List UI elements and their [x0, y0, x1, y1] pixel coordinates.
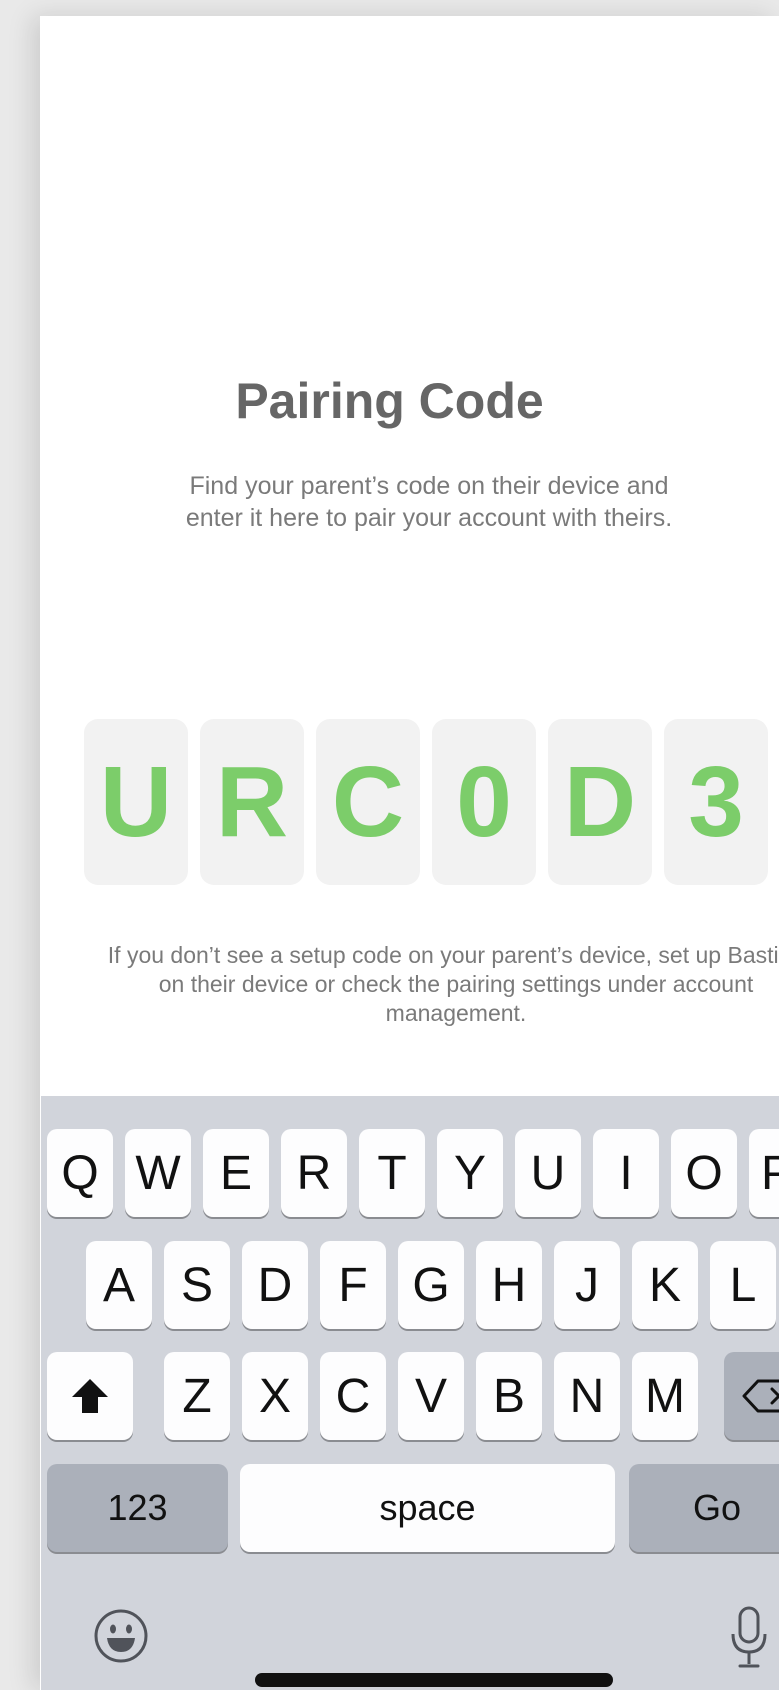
code-digit: U — [99, 745, 173, 858]
key-s[interactable]: S — [164, 1241, 230, 1329]
code-digit-box[interactable]: C — [316, 719, 420, 885]
code-digit: C — [331, 745, 405, 858]
key-c[interactable]: C — [320, 1352, 386, 1440]
key-b[interactable]: B — [476, 1352, 542, 1440]
key-t[interactable]: T — [359, 1129, 425, 1217]
home-indicator — [255, 1673, 613, 1687]
help-note: If you don’t see a setup code on your pa… — [107, 942, 779, 1026]
key-a[interactable]: A — [86, 1241, 152, 1329]
key-z[interactable]: Z — [164, 1352, 230, 1440]
key-d[interactable]: D — [242, 1241, 308, 1329]
key-r[interactable]: R — [281, 1129, 347, 1217]
key-q[interactable]: Q — [47, 1129, 113, 1217]
key-l[interactable]: L — [710, 1241, 776, 1329]
keyboard: Q W E R T Y U I O P A S D F G H J K L Z … — [41, 1096, 779, 1690]
page-title: Pairing Code — [235, 373, 544, 429]
key-k[interactable]: K — [632, 1241, 698, 1329]
key-g[interactable]: G — [398, 1241, 464, 1329]
key-u[interactable]: U — [515, 1129, 581, 1217]
pairing-code-input[interactable]: U R C 0 D 3 — [84, 719, 779, 885]
code-digit: R — [215, 745, 289, 858]
space-key[interactable]: space — [240, 1464, 615, 1552]
shift-key[interactable] — [47, 1352, 133, 1440]
code-digit-box[interactable]: U — [84, 719, 188, 885]
key-h[interactable]: H — [476, 1241, 542, 1329]
code-digit-box[interactable]: 0 — [432, 719, 536, 885]
key-o[interactable]: O — [671, 1129, 737, 1217]
key-w[interactable]: W — [125, 1129, 191, 1217]
key-p[interactable]: P — [749, 1129, 779, 1217]
code-digit: 3 — [688, 745, 744, 858]
key-j[interactable]: J — [554, 1241, 620, 1329]
key-y[interactable]: Y — [437, 1129, 503, 1217]
shift-icon — [72, 1379, 108, 1413]
numbers-key[interactable]: 123 — [47, 1464, 228, 1552]
key-v[interactable]: V — [398, 1352, 464, 1440]
code-digit-box[interactable]: 3 — [664, 719, 768, 885]
go-key[interactable]: Go — [629, 1464, 779, 1552]
code-digit-box[interactable]: D — [548, 719, 652, 885]
key-x[interactable]: X — [242, 1352, 308, 1440]
backspace-key[interactable] — [724, 1352, 779, 1440]
code-digit: 0 — [456, 745, 512, 858]
emoji-icon[interactable] — [93, 1608, 149, 1664]
code-digit: D — [563, 745, 637, 858]
app-screen: Pairing Code Find your parent’s code on … — [40, 16, 779, 1690]
key-m[interactable]: M — [632, 1352, 698, 1440]
key-i[interactable]: I — [593, 1129, 659, 1217]
backspace-icon — [742, 1379, 779, 1413]
key-n[interactable]: N — [554, 1352, 620, 1440]
key-e[interactable]: E — [203, 1129, 269, 1217]
microphone-icon[interactable] — [729, 1606, 769, 1670]
code-digit-box[interactable]: R — [200, 719, 304, 885]
key-f[interactable]: F — [320, 1241, 386, 1329]
page-subtitle: Find your parent’s code on their device … — [185, 472, 673, 532]
